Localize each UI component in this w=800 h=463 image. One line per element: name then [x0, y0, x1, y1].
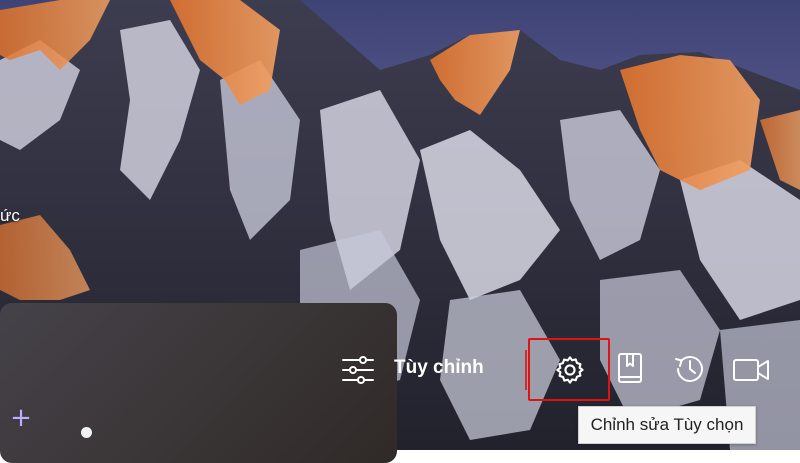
bookmark-book-icon[interactable] — [615, 352, 645, 386]
history-clock-icon[interactable] — [672, 351, 708, 387]
bottom-panel — [0, 303, 397, 463]
page-indicator-dot[interactable] — [81, 427, 92, 438]
customize-label[interactable]: Tùy chỉnh — [394, 357, 484, 379]
gear-icon[interactable] — [554, 354, 586, 386]
sliders-icon[interactable] — [341, 355, 375, 385]
add-button[interactable]: + — [9, 405, 33, 431]
toolbar-divider — [525, 350, 527, 390]
partial-clipped-text: ức — [0, 206, 20, 225]
video-camera-icon[interactable] — [732, 356, 770, 384]
settings-tooltip: Chỉnh sửa Tùy chọn — [578, 406, 756, 444]
